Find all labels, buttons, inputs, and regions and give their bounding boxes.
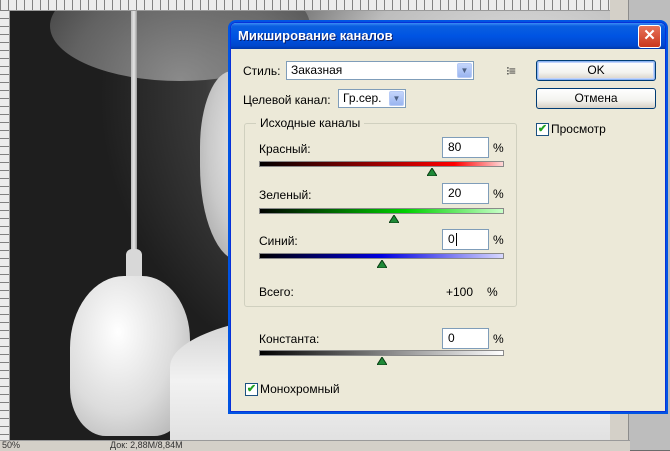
red-channel-label: Красный:	[259, 142, 311, 156]
preset-label: Стиль:	[243, 64, 281, 78]
chevron-down-icon: ▼	[389, 91, 404, 106]
triangle-up-icon	[377, 357, 387, 365]
horizontal-ruler	[0, 0, 610, 11]
green-slider-thumb[interactable]	[389, 215, 399, 223]
preview-label: Просмотр	[551, 122, 606, 136]
blue-channel-unit: %	[493, 233, 504, 247]
constant-input[interactable]: 0	[442, 328, 489, 349]
total-value: +100	[446, 285, 474, 299]
target-channel-select[interactable]: Гр.сер. ▼	[338, 89, 406, 108]
ok-button[interactable]: OK	[536, 60, 656, 81]
target-channel-value: Гр.сер.	[343, 91, 382, 105]
blue-channel-input[interactable]: 0	[442, 229, 489, 250]
preset-select[interactable]: Заказная ▼	[286, 61, 474, 80]
status-bar: 50% Док: 2,88M/8,84M	[0, 440, 630, 451]
text-cursor	[455, 233, 457, 247]
dialog-titlebar[interactable]: Микширование каналов ✕	[231, 23, 665, 49]
triangle-up-icon	[389, 215, 399, 223]
triangle-up-icon	[427, 168, 437, 176]
dialog-title: Микширование каналов	[238, 28, 393, 43]
triangle-up-icon	[377, 260, 387, 268]
constant-unit: %	[493, 332, 504, 346]
preview-checkbox[interactable]: ✔	[536, 123, 549, 136]
green-channel-label: Зеленый:	[259, 188, 312, 202]
cancel-button[interactable]: Отмена	[536, 88, 656, 109]
chevron-down-icon: ▼	[457, 63, 472, 78]
green-channel-slider[interactable]	[259, 208, 504, 214]
constant-slider-thumb[interactable]	[377, 357, 387, 365]
preset-value: Заказная	[291, 63, 343, 77]
source-channels-title: Исходные каналы	[256, 116, 365, 130]
check-icon: ✔	[537, 123, 548, 135]
channel-mixer-dialog: Микширование каналов ✕ Стиль: Заказная ▼…	[230, 22, 666, 412]
monochrome-label: Монохромный	[260, 382, 340, 396]
list-menu-icon[interactable]: ⁝≡	[506, 64, 516, 78]
green-channel-input[interactable]: 20	[442, 183, 489, 204]
blue-slider-thumb[interactable]	[377, 260, 387, 268]
total-unit: %	[487, 285, 498, 299]
close-icon: ✕	[643, 27, 656, 44]
check-icon: ✔	[246, 383, 257, 395]
document-size: Док: 2,88M/8,84M	[110, 440, 183, 450]
blue-channel-label: Синий:	[259, 234, 298, 248]
total-label: Всего:	[259, 285, 294, 299]
photo-umbrella-pole	[131, 11, 137, 251]
red-slider-thumb[interactable]	[427, 168, 437, 176]
red-channel-input[interactable]: 80	[442, 137, 489, 158]
blue-channel-slider[interactable]	[259, 253, 504, 259]
zoom-level[interactable]: 50%	[2, 441, 20, 450]
close-button[interactable]: ✕	[638, 25, 661, 48]
target-channel-label: Целевой канал:	[243, 93, 331, 107]
red-channel-unit: %	[493, 141, 504, 155]
constant-slider[interactable]	[259, 350, 504, 356]
vertical-ruler	[0, 10, 10, 440]
monochrome-checkbox[interactable]: ✔	[245, 383, 258, 396]
green-channel-unit: %	[493, 187, 504, 201]
blue-channel-value: 0	[448, 232, 455, 246]
red-channel-slider[interactable]	[259, 161, 504, 167]
constant-label: Константа:	[259, 332, 320, 346]
